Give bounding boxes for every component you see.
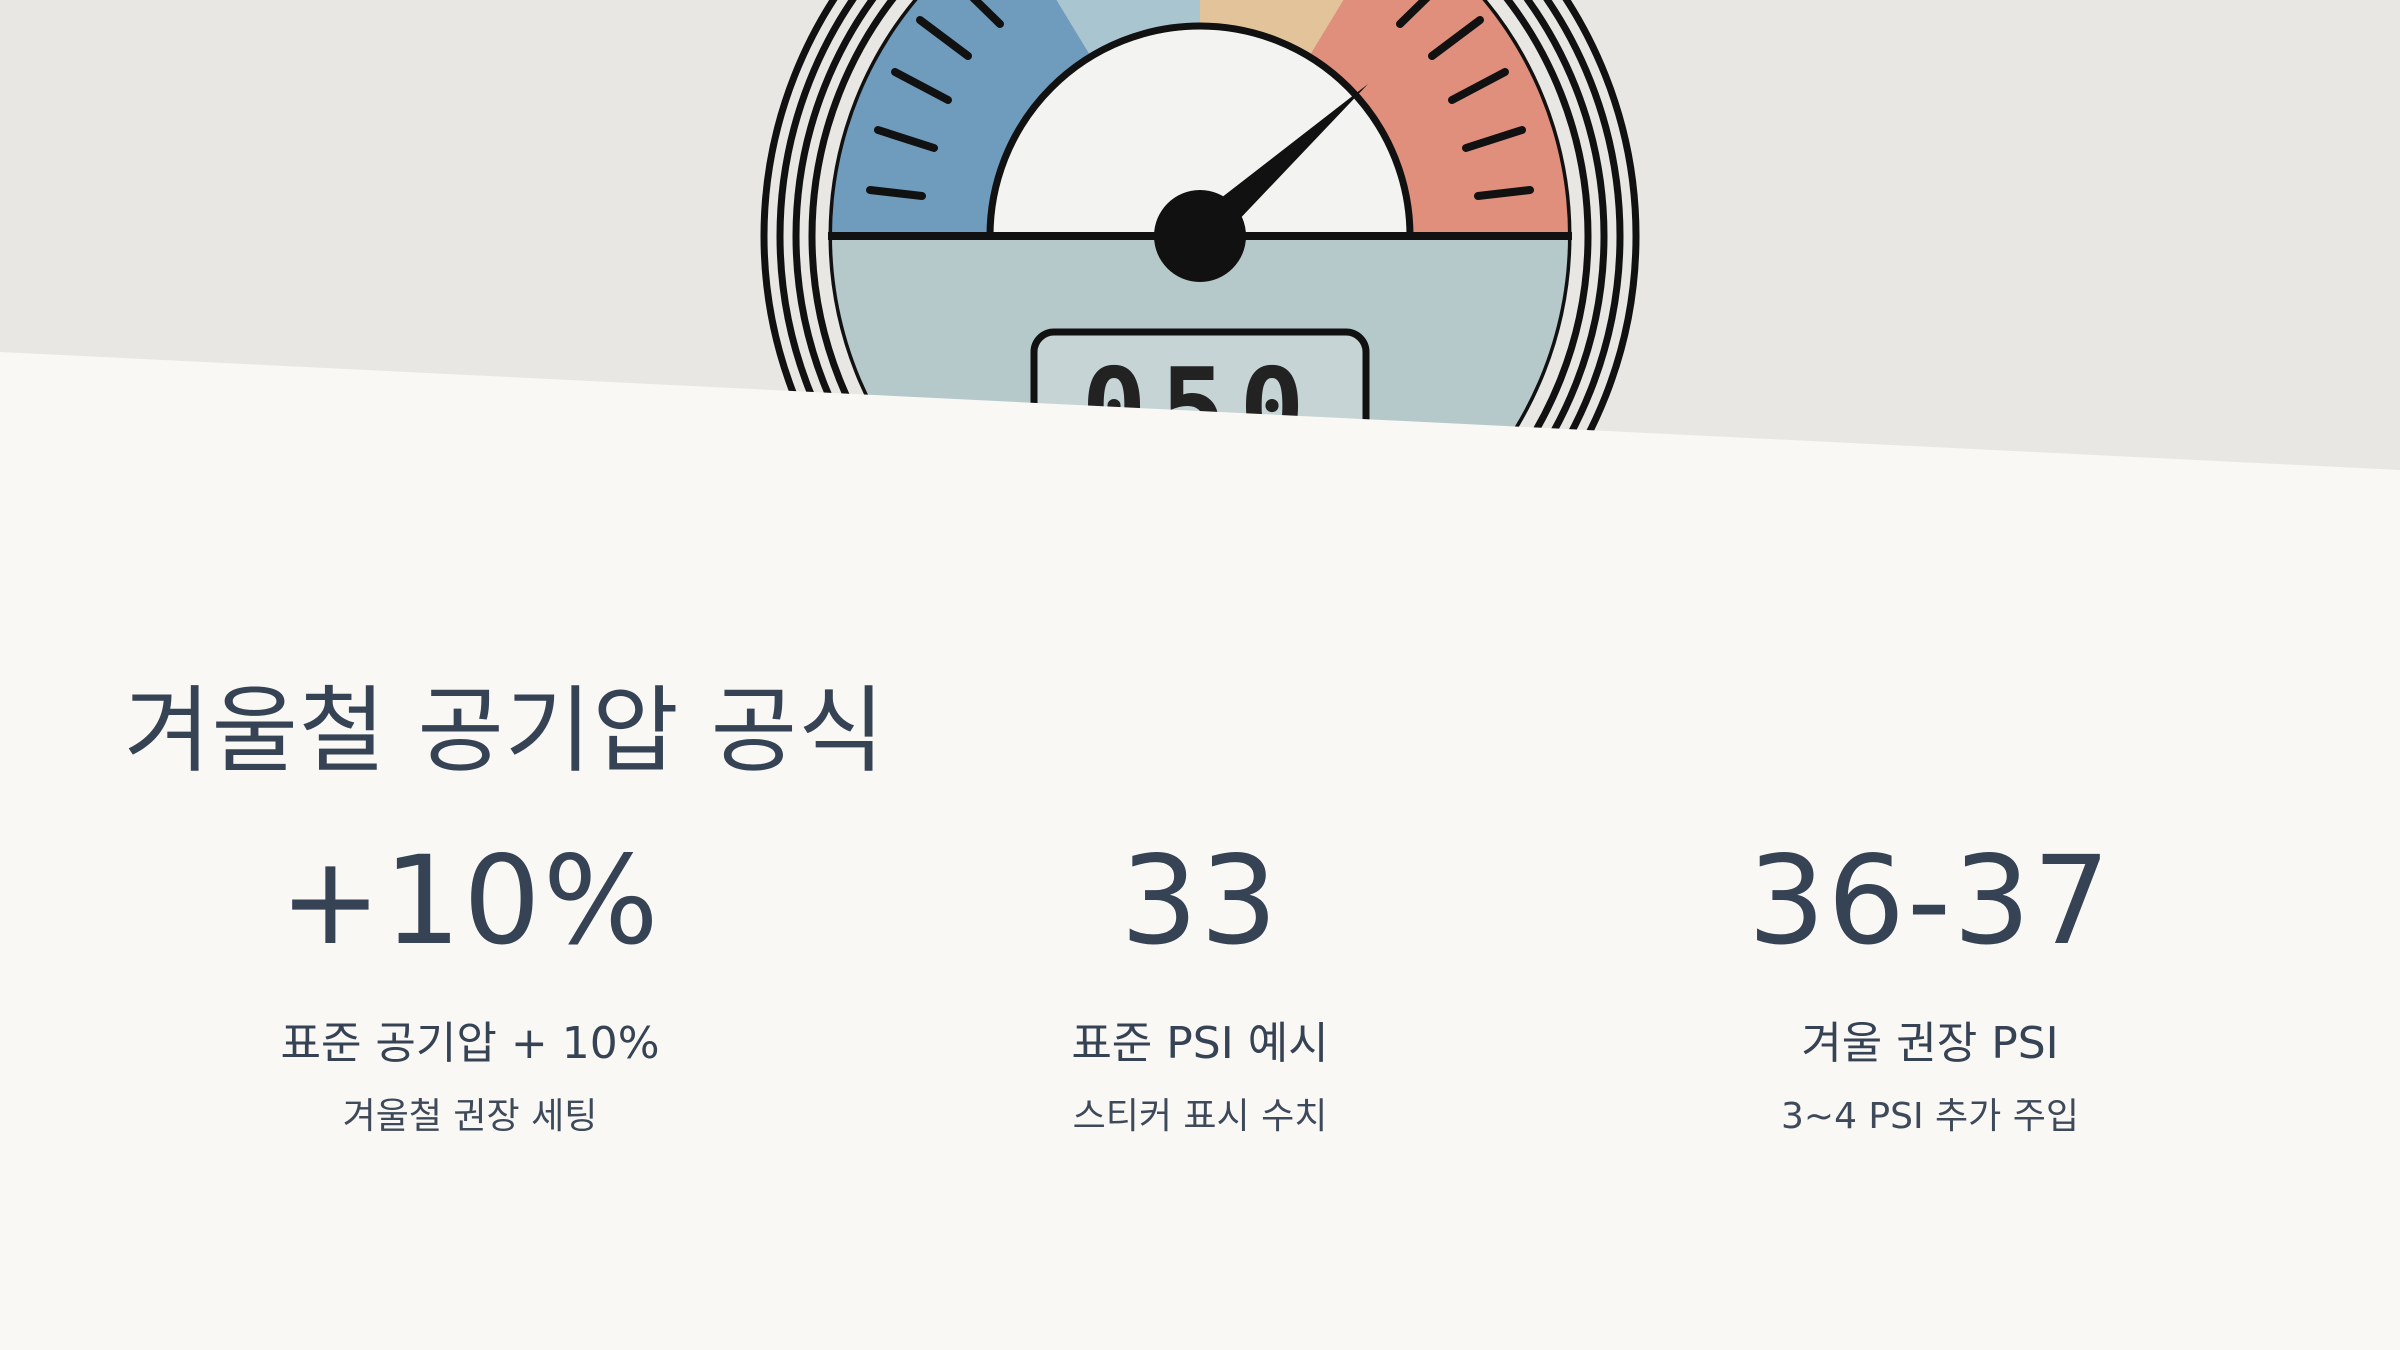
page-title: 겨울철 공기압 공식 <box>124 677 886 786</box>
stat-label: 표준 PSI 예시 <box>1071 1018 1329 1069</box>
stat-label: 겨울 권장 PSI <box>1801 1018 2059 1069</box>
slide: 050 겨울철 공기압 공식 +10% 표준 공기압 + 10% 겨울철 권장 … <box>0 0 2400 1350</box>
stat-subtext: 3~4 PSI 추가 주입 <box>1781 1096 2079 1137</box>
stat-subtext: 스티커 표시 수치 <box>1072 1096 1328 1137</box>
stat-card-standard-psi: 33 표준 PSI 예시 스티커 표시 수치 <box>900 826 1500 1140</box>
stat-label: 표준 공기압 + 10% <box>280 1018 660 1069</box>
stat-subtext: 겨울철 권장 세팅 <box>342 1096 598 1137</box>
stat-value: +10% <box>279 830 661 972</box>
stat-value: 36-37 <box>1747 830 2113 972</box>
stat-value: 33 <box>1120 830 1280 972</box>
stat-card-winter-psi: 36-37 겨울 권장 PSI 3~4 PSI 추가 주입 <box>1630 826 2230 1140</box>
stat-card-percent: +10% 표준 공기압 + 10% 겨울철 권장 세팅 <box>170 826 770 1140</box>
